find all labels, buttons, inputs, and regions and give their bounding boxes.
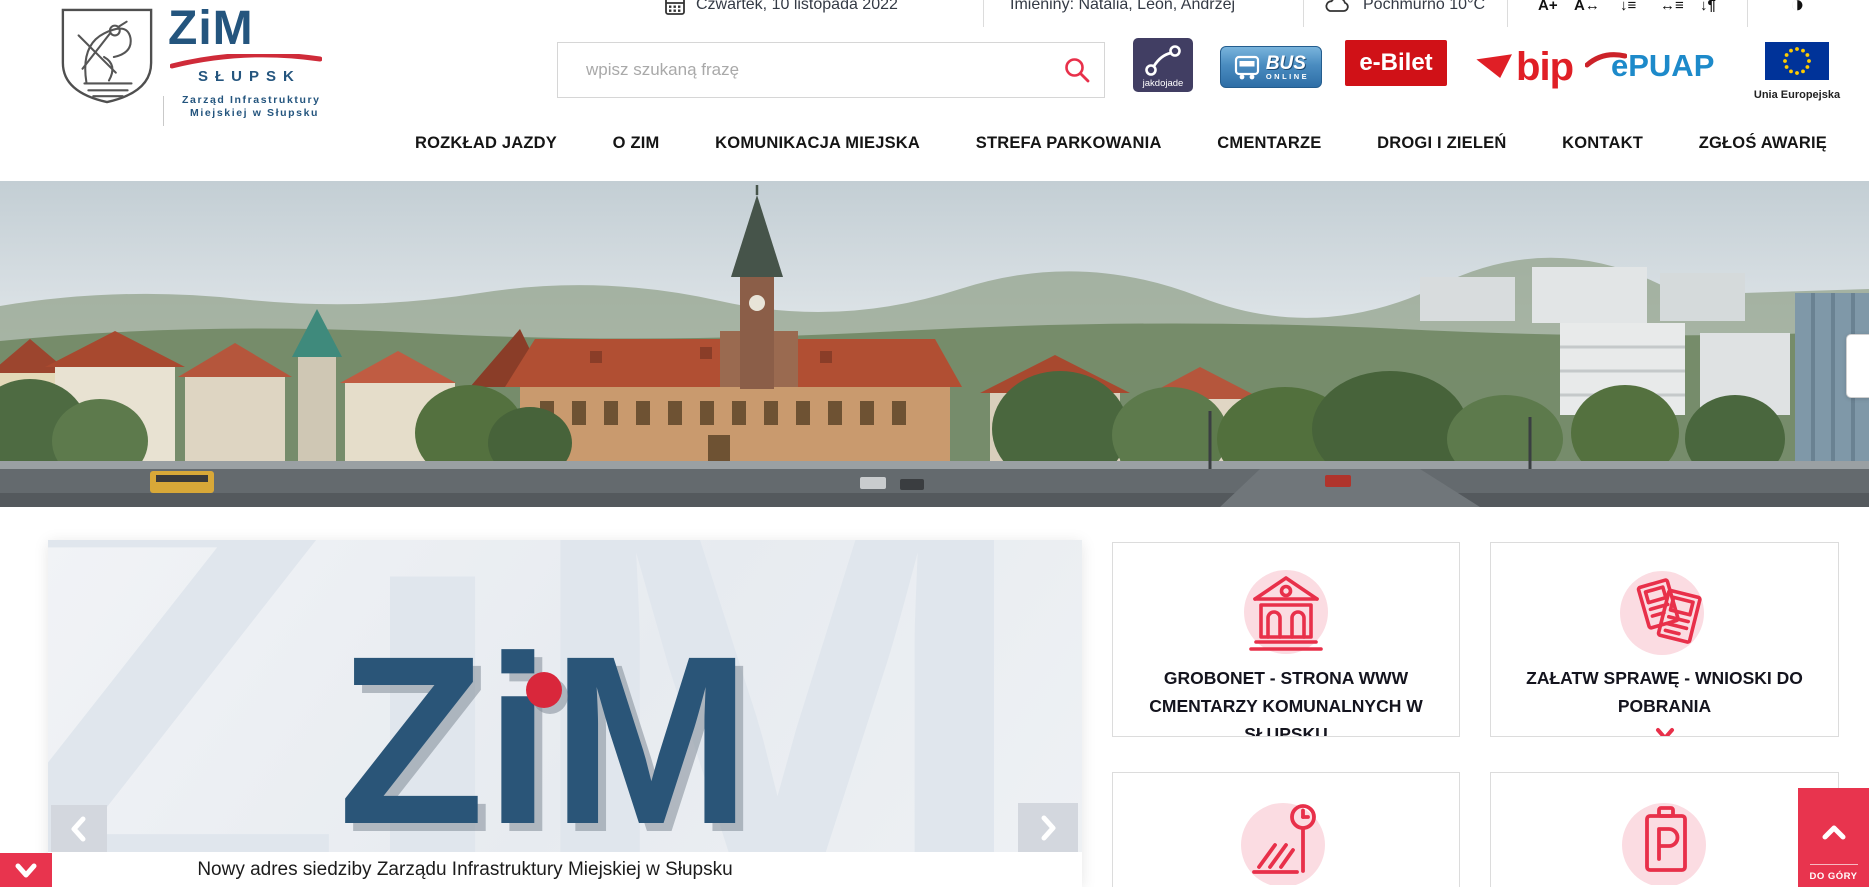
- card-title-line: POBRANIA: [1617, 696, 1712, 716]
- bus-icon: [1234, 55, 1259, 80]
- ebilet-link[interactable]: e-Bilet: [1345, 40, 1447, 86]
- site-search: [557, 42, 1105, 98]
- nav-kontakt[interactable]: KONTAKT: [1562, 134, 1643, 153]
- paragraph-spacing-button[interactable]: ↓¶: [1700, 0, 1716, 18]
- scroll-to-top-button[interactable]: DO GÓRY: [1798, 788, 1869, 887]
- bip-link[interactable]: bip: [1473, 45, 1574, 89]
- card-rozklady[interactable]: [1112, 772, 1460, 887]
- carousel-caption[interactable]: Nowy adres siedziby Zarządu Infrastruktu…: [48, 852, 1082, 887]
- contrast-toggle-icon[interactable]: ◑: [1790, 0, 1805, 18]
- timetable-clock-icon: [1241, 803, 1325, 887]
- main-navigation: ROZKŁAD JAZDY O ZIM KOMUNIKACJA MIEJSKA …: [415, 120, 1827, 166]
- card-arrow-icon: [1655, 728, 1674, 736]
- search-icon: [1065, 58, 1090, 83]
- eu-link[interactable]: Unia Europejska: [1752, 40, 1842, 101]
- to-top-divider: [1809, 864, 1858, 865]
- jakdojade-label: jakdojade: [1142, 78, 1184, 89]
- nameday-text: Imieniny: Natalia, Leon, Andrzej: [1010, 0, 1236, 13]
- bip-label: bip: [1516, 45, 1574, 89]
- cloud-icon: [1322, 0, 1352, 18]
- zim-logo-subtitle-2: Miejskiej w Słupsku: [190, 107, 320, 119]
- letter-spacing-button[interactable]: ↔≡: [1660, 0, 1684, 18]
- zim-logo-subtitle-1: Zarząd Infrastruktury: [182, 94, 321, 106]
- zim-logo[interactable]: ZiM SŁUPSK Zarząd Infrastruktury Miejski…: [168, 2, 338, 119]
- topbar-divider: [1747, 0, 1748, 27]
- carousel-slide: ZiM ZiM: [48, 540, 1082, 852]
- card-title-line: ZAŁATW SPRAWĘ - WNIOSKI DO: [1526, 668, 1803, 688]
- zim-logo-city: SŁUPSK: [198, 68, 301, 85]
- cemetery-building-icon: [1244, 570, 1328, 654]
- nav-cmentarze[interactable]: CMENTARZE: [1217, 134, 1321, 153]
- current-date: Czwartek, 10 listopada 2022: [696, 0, 898, 13]
- nav-rozklad-jazdy[interactable]: ROZKŁAD JAZDY: [415, 134, 557, 153]
- epuap-link[interactable]: ePUAP: [1585, 46, 1735, 84]
- eu-flag-icon: [1765, 42, 1829, 80]
- card-zalatw-sprawe[interactable]: ZAŁATW SPRAWĘ - WNIOSKI DO POBRANIA: [1490, 542, 1839, 737]
- card-parking[interactable]: [1490, 772, 1839, 887]
- nav-drogi-i-zielen[interactable]: DROGI I ZIELEŃ: [1377, 134, 1506, 153]
- chevron-right-icon: [1041, 815, 1056, 840]
- zim-logo-text: ZiM: [168, 2, 254, 55]
- mybus-label-bottom: ONLINE: [1265, 71, 1310, 81]
- topbar-divider: [1303, 0, 1304, 27]
- slide-zim-logo: ZiM: [338, 606, 752, 852]
- carousel-prev-button[interactable]: [51, 805, 107, 852]
- topbar-divider: [1507, 0, 1508, 27]
- route-icon: [1145, 45, 1181, 76]
- bip-triangle-icon: [1476, 54, 1513, 79]
- news-carousel: ZiM ZiM Nowy adres siedziby Zarządu Infr…: [48, 540, 1082, 887]
- ebilet-label: e-Bilet: [1359, 49, 1433, 76]
- font-increase-button[interactable]: A+: [1538, 0, 1558, 18]
- nav-zglos-awarie[interactable]: ZGŁOŚ AWARIĘ: [1699, 134, 1827, 153]
- to-top-label: DO GÓRY: [1809, 871, 1858, 882]
- chevron-down-icon: [15, 863, 37, 878]
- calendar-icon: [664, 0, 686, 18]
- jakdojade-link[interactable]: jakdojade: [1133, 38, 1193, 92]
- chevron-up-icon: [1822, 825, 1845, 840]
- hero-city-panorama: [0, 181, 1869, 507]
- card-title-line: CMENTARZY KOMUNALNYCH W: [1149, 696, 1423, 716]
- nav-strefa-parkowania[interactable]: STREFA PARKOWANIA: [976, 134, 1162, 153]
- search-button[interactable]: [1063, 56, 1091, 84]
- eu-label: Unia Europejska: [1753, 89, 1841, 101]
- slide-logo-dot: [526, 672, 562, 708]
- scroll-down-button[interactable]: [0, 853, 52, 887]
- city-crest-logo[interactable]: [56, 6, 158, 111]
- mybus-online-link[interactable]: BUS ONLINE: [1220, 46, 1322, 88]
- card-title-line: GROBONET - STRONA WWW: [1163, 668, 1409, 688]
- side-panel-tab[interactable]: [1846, 334, 1869, 398]
- carousel-next-button[interactable]: [1018, 803, 1078, 852]
- topbar-divider: [983, 0, 984, 27]
- chevron-left-icon: [71, 816, 86, 841]
- nav-o-zim[interactable]: O ZIM: [613, 134, 660, 153]
- font-width-button[interactable]: A↔: [1574, 0, 1600, 18]
- search-input[interactable]: [557, 42, 1105, 98]
- line-height-button[interactable]: ↓≡: [1620, 0, 1636, 18]
- logo-divider: [163, 96, 164, 126]
- epuap-label: ePUAP: [1611, 48, 1715, 83]
- mybus-label-top: BUS: [1265, 52, 1306, 74]
- parking-clipboard-icon: [1621, 803, 1706, 887]
- card-grobonet[interactable]: GROBONET - STRONA WWW CMENTARZY KOMUNALN…: [1112, 542, 1460, 737]
- weather-text: Pochmurno 10°C: [1363, 0, 1486, 13]
- card-title-line: SŁUPSKU: [1244, 724, 1328, 737]
- nav-komunikacja-miejska[interactable]: KOMUNIKACJA MIEJSKA: [715, 134, 920, 153]
- documents-icon: [1619, 571, 1704, 655]
- zim-slupsk-homepage: Czwartek, 10 listopada 2022 Imieniny: Na…: [0, 0, 1869, 887]
